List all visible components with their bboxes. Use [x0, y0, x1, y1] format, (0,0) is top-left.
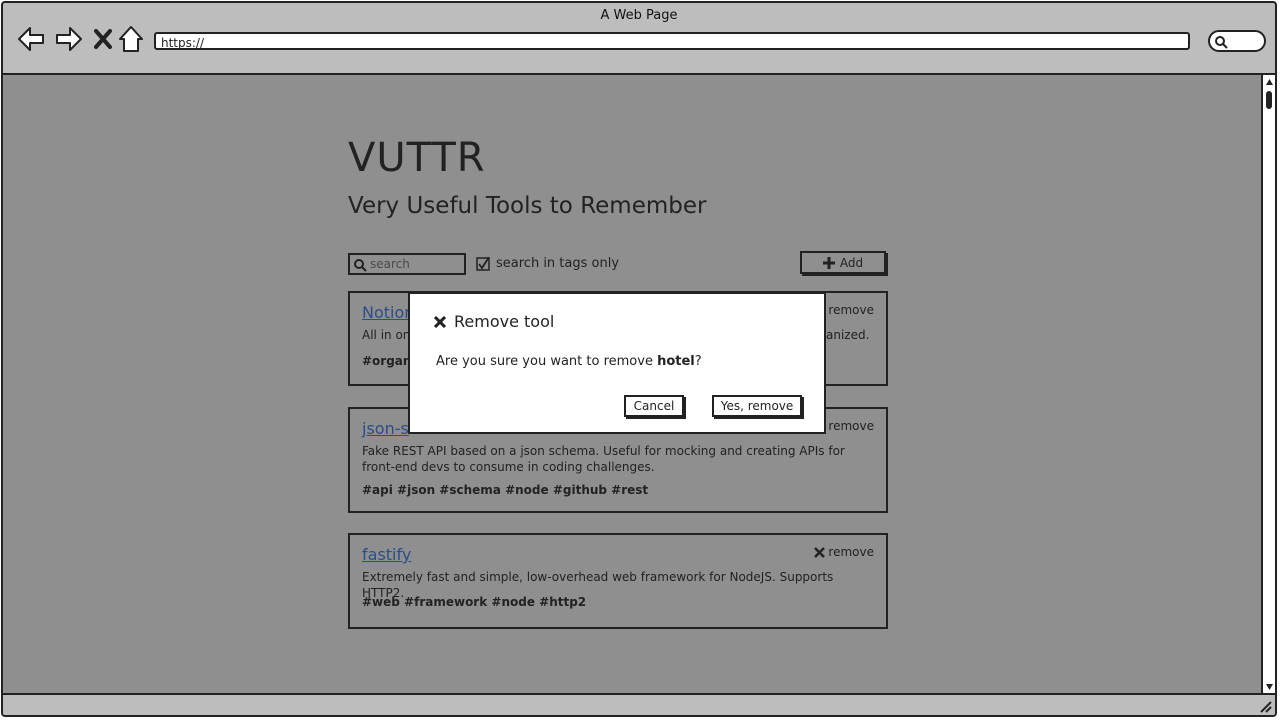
add-tool-button[interactable]: Add: [800, 251, 886, 274]
vertical-scrollbar[interactable]: [1261, 73, 1275, 693]
browser-window: A Web Page https:// VUTTR Very Useful To…: [1, 1, 1277, 717]
remove-tool-dialog: Remove tool Are you sure you want to rem…: [408, 292, 826, 434]
tool-card: fastify remove Extremely fast and simple…: [348, 533, 888, 629]
tool-tags: #web #framework #node #http2: [362, 595, 587, 609]
page-title: VUTTR: [348, 135, 486, 181]
remove-label: remove: [828, 545, 874, 559]
remove-button[interactable]: remove: [814, 545, 874, 559]
tool-tags: #api #json #schema #node #github #rest: [362, 483, 649, 497]
tags-only-checkbox[interactable]: [476, 257, 490, 271]
page-subtitle: Very Useful Tools to Remember: [348, 193, 707, 219]
browser-search-field[interactable]: [1208, 30, 1266, 52]
scroll-down-icon[interactable]: [1265, 682, 1274, 691]
search-input[interactable]: search: [348, 253, 466, 275]
window-title: A Web Page: [600, 8, 678, 23]
dialog-message-prefix: Are you sure you want to remove: [436, 354, 658, 369]
search-icon: [354, 259, 367, 272]
scroll-thumb[interactable]: [1266, 91, 1272, 109]
search-icon: [1215, 36, 1228, 49]
address-bar[interactable]: https://: [154, 32, 1190, 50]
add-button-label: Add: [839, 255, 864, 270]
search-placeholder: search: [370, 257, 410, 271]
scroll-up-icon[interactable]: [1265, 78, 1274, 87]
plus-icon: [822, 256, 835, 269]
cancel-button[interactable]: Cancel: [624, 395, 684, 417]
tool-link[interactable]: fastify: [362, 545, 411, 564]
remove-label: remove: [828, 419, 874, 433]
status-bar: [3, 693, 1275, 715]
home-icon[interactable]: [115, 23, 147, 55]
dialog-message: Are you sure you want to remove hotel?: [436, 354, 702, 369]
close-icon[interactable]: [434, 315, 446, 328]
page-viewport: VUTTR Very Useful Tools to Remember sear…: [3, 73, 1261, 693]
tool-link[interactable]: json-s: [362, 419, 409, 438]
resize-grip-icon[interactable]: [1259, 701, 1273, 713]
back-icon[interactable]: [15, 23, 47, 55]
confirm-remove-button[interactable]: Yes, remove: [712, 395, 802, 417]
tool-description: Fake REST API based on a json schema. Us…: [362, 444, 845, 474]
tool-description-right: anized.: [826, 328, 870, 342]
tags-only-label: search in tags only: [496, 256, 620, 271]
forward-icon[interactable]: [53, 23, 85, 55]
dialog-message-suffix: ?: [694, 354, 702, 369]
tool-link[interactable]: Notion: [362, 303, 414, 322]
dialog-header: Remove tool: [434, 312, 554, 331]
dialog-title: Remove tool: [454, 312, 555, 331]
close-icon: [814, 546, 826, 558]
dialog-tool-name: hotel: [657, 354, 695, 369]
remove-label: remove: [828, 303, 874, 317]
